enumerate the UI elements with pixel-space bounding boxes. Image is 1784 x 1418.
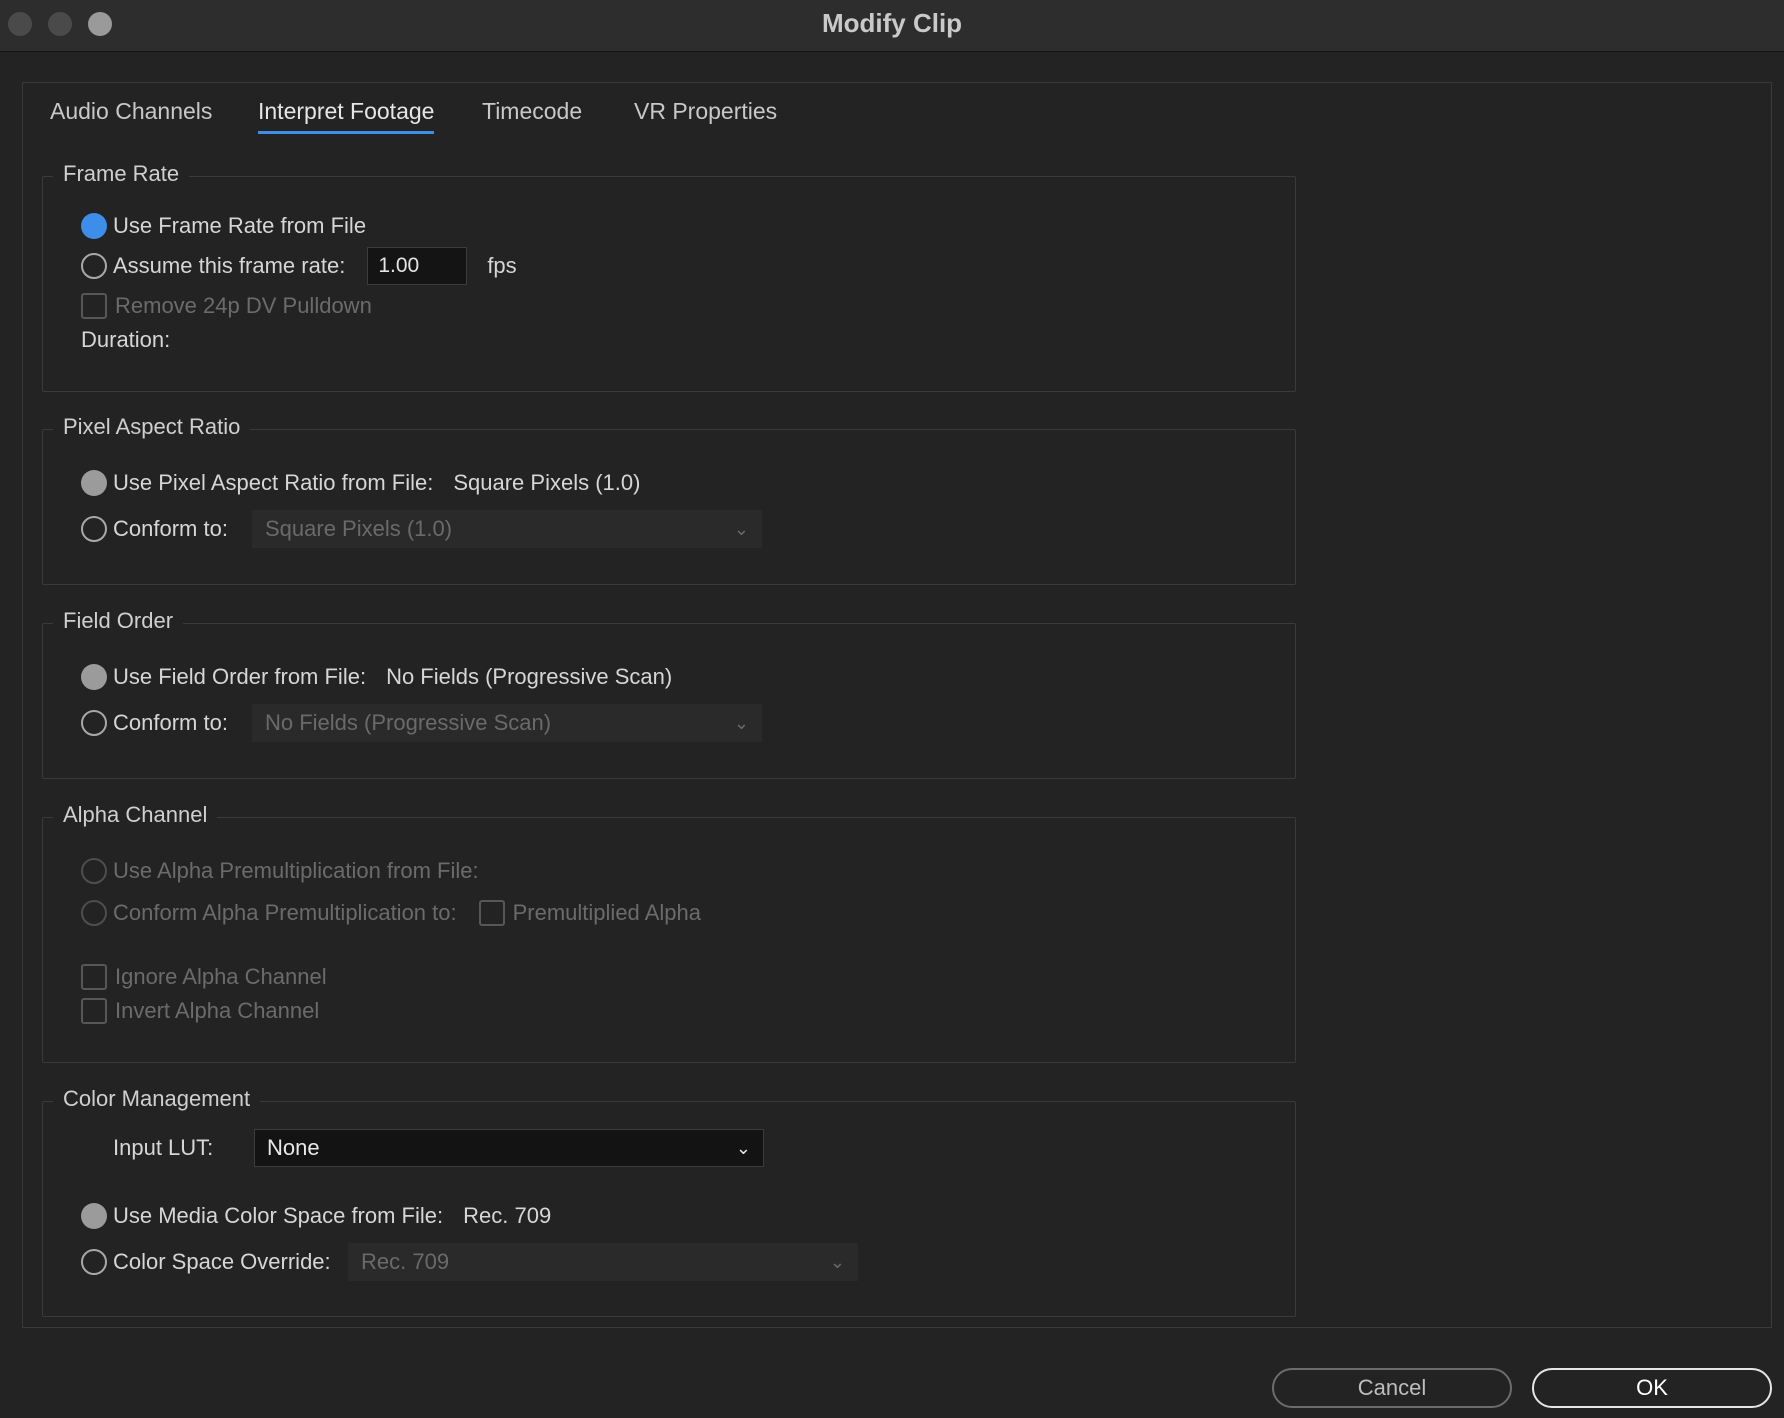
duration-label: Duration: [81,327,171,352]
field-order-conform-label: Conform to: [113,710,228,735]
frame-rate-legend: Frame Rate [53,161,190,187]
frame-rate-input[interactable]: 1.00 [367,247,468,285]
color-management-group: Color Management Input LUT: None ⌄ Use M… [42,1086,1296,1317]
pixel-aspect-ratio-group: Pixel Aspect Ratio Use Pixel Aspect Rati… [42,414,1296,585]
alpha-channel-group: Alpha Channel Use Alpha Premultiplicatio… [42,802,1296,1063]
use-field-order-from-file-radio[interactable] [81,664,107,690]
ignore-alpha-option: Ignore Alpha Channel [81,961,327,993]
remove-pulldown-option: Remove 24p DV Pulldown [81,290,372,322]
pixel-aspect-ratio-legend: Pixel Aspect Ratio [53,414,251,440]
use-frame-rate-from-file-option[interactable]: Use Frame Rate from File [81,210,366,242]
par-conform-select: Square Pixels (1.0) ⌄ [252,510,762,548]
use-alpha-premult-radio [81,858,107,884]
premultiplied-alpha-checkbox [478,900,505,926]
use-media-color-space-radio[interactable] [81,1203,107,1229]
par-conform-select-value: Square Pixels (1.0) [265,516,453,541]
tab-interpret-footage[interactable]: Interpret Footage [258,96,435,134]
color-space-override-select: Rec. 709 ⌄ [348,1243,858,1281]
ignore-alpha-checkbox [81,964,107,990]
use-alpha-premult-option: Use Alpha Premultiplication from File: [81,855,479,887]
use-alpha-premult-label: Use Alpha Premultiplication from File: [113,858,479,883]
color-space-override-option[interactable]: Color Space Override: [81,1246,331,1278]
par-conform-label: Conform to: [113,516,228,541]
use-par-from-file-label: Use Pixel Aspect Ratio from File: [113,470,434,495]
duration-row: Duration: [81,324,170,356]
input-lut-row: Input LUT: [113,1132,213,1164]
field-order-conform-option[interactable]: Conform to: [81,707,228,739]
remove-pulldown-checkbox [81,293,107,319]
assume-frame-rate-label: Assume this frame rate: [113,253,346,278]
par-conform-radio[interactable] [81,516,107,542]
chevron-down-icon: ⌄ [733,713,749,733]
use-field-order-from-file-option[interactable]: Use Field Order from File: No Fields (Pr… [81,661,672,693]
par-from-file-value: Square Pixels (1.0) [453,470,641,495]
field-order-group: Field Order Use Field Order from File: N… [42,608,1296,779]
alpha-channel-legend: Alpha Channel [53,802,218,828]
premultiplied-alpha-label: Premultiplied Alpha [512,900,701,925]
conform-alpha-premult-option: Conform Alpha Premultiplication to: Prem… [81,897,701,929]
color-space-override-label: Color Space Override: [113,1249,331,1274]
window-title: Modify Clip [821,8,963,38]
use-par-from-file-option[interactable]: Use Pixel Aspect Ratio from File: Square… [81,467,640,499]
cancel-button[interactable]: Cancel [1272,1368,1512,1408]
chevron-down-icon: ⌄ [733,519,749,539]
frame-rate-group: Frame Rate Use Frame Rate from File Assu… [42,161,1296,392]
field-order-conform-select-value: No Fields (Progressive Scan) [265,710,552,735]
ignore-alpha-label: Ignore Alpha Channel [115,964,327,989]
use-frame-rate-from-file-radio[interactable] [81,213,107,239]
use-media-color-space-option[interactable]: Use Media Color Space from File: Rec. 70… [81,1200,551,1232]
use-frame-rate-from-file-label: Use Frame Rate from File [113,213,367,238]
invert-alpha-checkbox [81,998,107,1024]
color-space-override-radio[interactable] [81,1249,107,1275]
field-order-conform-select: No Fields (Progressive Scan) ⌄ [252,704,762,742]
conform-alpha-premult-label: Conform Alpha Premultiplication to: [113,900,457,925]
use-media-color-space-label: Use Media Color Space from File: [113,1203,444,1228]
input-lut-select-value: None [267,1135,320,1160]
input-lut-label: Input LUT: [113,1135,214,1160]
par-conform-option[interactable]: Conform to: [81,513,228,545]
use-par-from-file-radio[interactable] [81,470,107,496]
tab-vr-properties[interactable]: VR Properties [634,96,777,134]
input-lut-select[interactable]: None ⌄ [254,1129,764,1167]
invert-alpha-label: Invert Alpha Channel [115,998,320,1023]
media-color-space-value: Rec. 709 [463,1203,552,1228]
invert-alpha-option: Invert Alpha Channel [81,995,319,1027]
tab-timecode[interactable]: Timecode [482,96,582,134]
assume-frame-rate-radio[interactable] [81,253,107,279]
chevron-down-icon: ⌄ [735,1138,751,1158]
field-order-legend: Field Order [53,608,184,634]
fps-label: fps [487,253,517,278]
conform-alpha-premult-radio [81,900,107,926]
field-order-from-file-value: No Fields (Progressive Scan) [386,664,673,689]
color-management-legend: Color Management [53,1086,261,1112]
remove-pulldown-label: Remove 24p DV Pulldown [115,293,372,318]
title-bar: Modify Clip [0,0,1784,52]
color-space-override-select-value: Rec. 709 [361,1249,450,1274]
modify-clip-window: Modify Clip Audio Channels Interpret Foo… [0,0,1784,1418]
chevron-down-icon: ⌄ [829,1252,845,1272]
assume-frame-rate-option[interactable]: Assume this frame rate: 1.00 fps [81,247,517,285]
ok-button[interactable]: OK [1532,1368,1772,1408]
field-order-conform-radio[interactable] [81,710,107,736]
tab-audio-channels[interactable]: Audio Channels [50,96,212,134]
use-field-order-from-file-label: Use Field Order from File: [113,664,367,689]
